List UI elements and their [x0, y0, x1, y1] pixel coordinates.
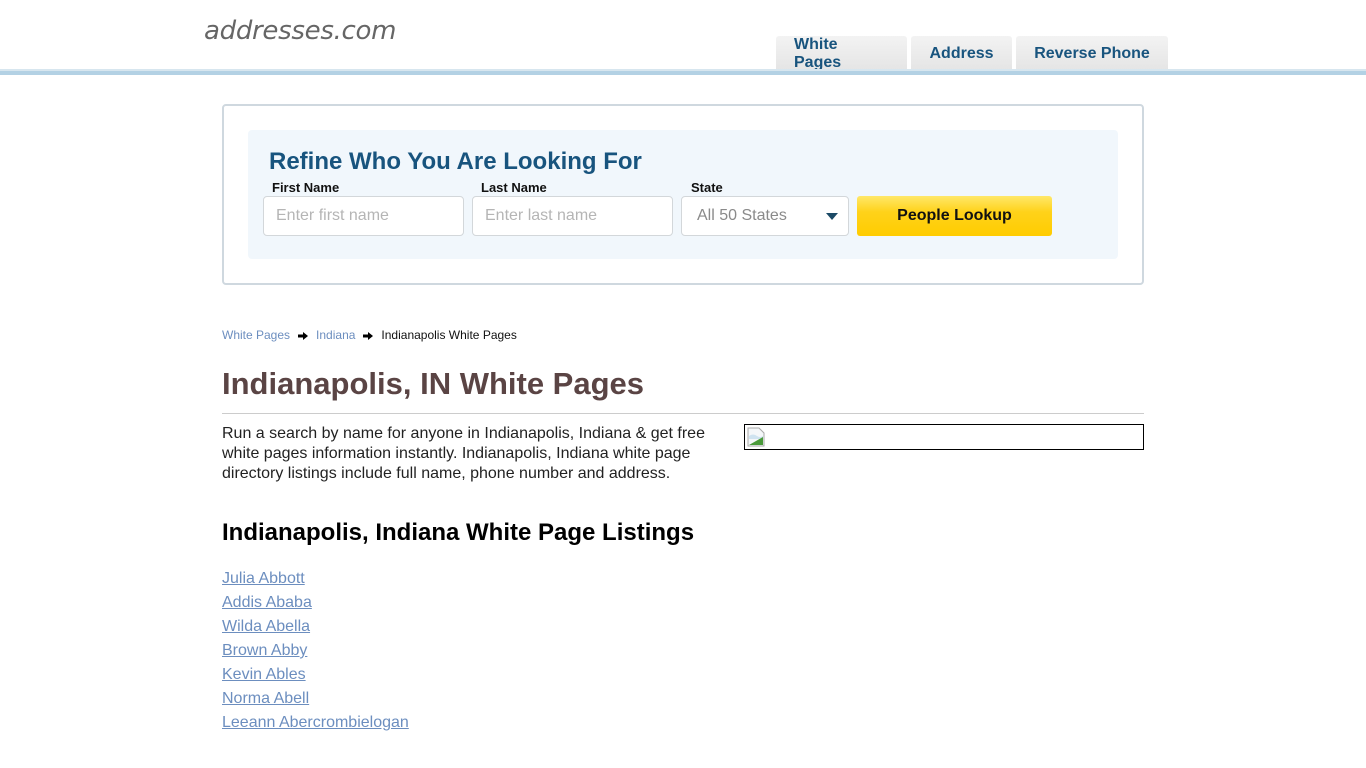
title-divider — [222, 413, 1144, 414]
first-name-label: First Name — [272, 180, 340, 195]
state-selected-value: All 50 States — [697, 207, 787, 224]
last-name-input[interactable] — [472, 196, 673, 236]
breadcrumb: White Pages Indiana Indianapolis White P… — [222, 328, 517, 342]
ad-banner[interactable] — [744, 424, 1144, 450]
list-item: Brown Abby — [222, 641, 409, 665]
header-divider — [0, 71, 1366, 75]
search-form: Refine Who You Are Looking For First Nam… — [248, 130, 1118, 259]
search-panel: Refine Who You Are Looking For First Nam… — [222, 104, 1144, 285]
chevron-down-icon — [826, 213, 838, 220]
breadcrumb-indiana[interactable]: Indiana — [316, 328, 355, 342]
nav-tab-reverse-phone[interactable]: Reverse Phone — [1016, 36, 1168, 72]
arrow-right-icon — [298, 332, 309, 340]
listing-link[interactable]: Brown Abby — [222, 642, 307, 659]
last-name-label: Last Name — [481, 180, 547, 195]
listings-title: Indianapolis, Indiana White Page Listing… — [222, 519, 695, 546]
list-item: Kevin Ables — [222, 665, 409, 689]
arrow-right-icon — [363, 332, 374, 340]
page-title: Indianapolis, IN White Pages — [222, 366, 645, 401]
people-lookup-button[interactable]: People Lookup — [857, 196, 1052, 236]
listing-link[interactable]: Wilda Abella — [222, 618, 310, 635]
main-nav: White Pages Address Reverse Phone — [776, 36, 1168, 72]
list-item: Leeann Abercrombielogan — [222, 713, 409, 737]
listings-list: Julia Abbott Addis Ababa Wilda Abella Br… — [222, 569, 409, 737]
listing-link[interactable]: Leeann Abercrombielogan — [222, 714, 409, 731]
state-label: State — [691, 180, 723, 195]
list-item: Wilda Abella — [222, 617, 409, 641]
nav-tab-address[interactable]: Address — [911, 36, 1012, 72]
search-title: Refine Who You Are Looking For — [269, 148, 642, 175]
broken-image-icon — [747, 427, 765, 447]
listing-link[interactable]: Norma Abell — [222, 690, 309, 707]
state-select[interactable]: All 50 States — [681, 196, 849, 236]
breadcrumb-current: Indianapolis White Pages — [381, 328, 517, 342]
listing-link[interactable]: Julia Abbott — [222, 570, 305, 587]
list-item: Norma Abell — [222, 689, 409, 713]
list-item: Julia Abbott — [222, 569, 409, 593]
nav-tab-white-pages[interactable]: White Pages — [776, 36, 907, 72]
site-header: addresses.com White Pages Address Revers… — [0, 0, 1366, 76]
first-name-input[interactable] — [263, 196, 464, 236]
listing-link[interactable]: Kevin Ables — [222, 666, 306, 683]
site-logo[interactable]: addresses.com — [204, 16, 396, 46]
breadcrumb-white-pages[interactable]: White Pages — [222, 328, 290, 342]
listing-link[interactable]: Addis Ababa — [222, 594, 312, 611]
intro-text: Run a search by name for anyone in India… — [222, 425, 705, 482]
list-item: Addis Ababa — [222, 593, 409, 617]
